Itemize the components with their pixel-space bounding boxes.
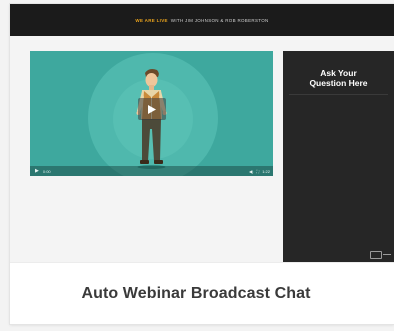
video-controls: ▶ 0:00 ◀) ⛶ 1:22 bbox=[30, 166, 273, 176]
chat-icon[interactable] bbox=[370, 251, 382, 259]
template-preview: WE ARE LIVE WITH JIM JOHNSON & ROB ROBER… bbox=[10, 4, 394, 262]
card-footer[interactable]: Auto Webinar Broadcast Chat bbox=[10, 262, 394, 324]
chat-heading-line2: Question Here bbox=[309, 78, 368, 88]
template-card[interactable]: WE ARE LIVE WITH JIM JOHNSON & ROB ROBER… bbox=[10, 4, 394, 324]
volume-icon[interactable]: ◀) bbox=[249, 169, 253, 174]
chat-panel: Ask Your Question Here bbox=[283, 51, 394, 262]
live-label: WE ARE LIVE bbox=[135, 17, 168, 23]
duration-time: 1:22 bbox=[262, 168, 270, 174]
play-icon bbox=[148, 104, 156, 114]
play-button[interactable] bbox=[138, 98, 166, 120]
control-play-icon[interactable]: ▶ bbox=[35, 168, 39, 174]
presenters-label: WITH JIM JOHNSON & ROB ROBERSTON bbox=[170, 17, 269, 23]
card-title: Auto Webinar Broadcast Chat bbox=[81, 285, 311, 302]
elapsed-time: 0:00 bbox=[42, 168, 51, 174]
chat-heading: Ask Your Question Here bbox=[283, 68, 394, 88]
chat-send-icon[interactable] bbox=[383, 254, 391, 255]
video-player[interactable]: ▶ 0:00 ◀) ⛶ 1:22 bbox=[30, 51, 273, 176]
fullscreen-icon[interactable]: ⛶ bbox=[256, 169, 259, 174]
chat-divider bbox=[289, 94, 388, 95]
live-banner: WE ARE LIVE WITH JIM JOHNSON & ROB ROBER… bbox=[10, 4, 394, 36]
chat-heading-line1: Ask Your bbox=[320, 68, 357, 78]
